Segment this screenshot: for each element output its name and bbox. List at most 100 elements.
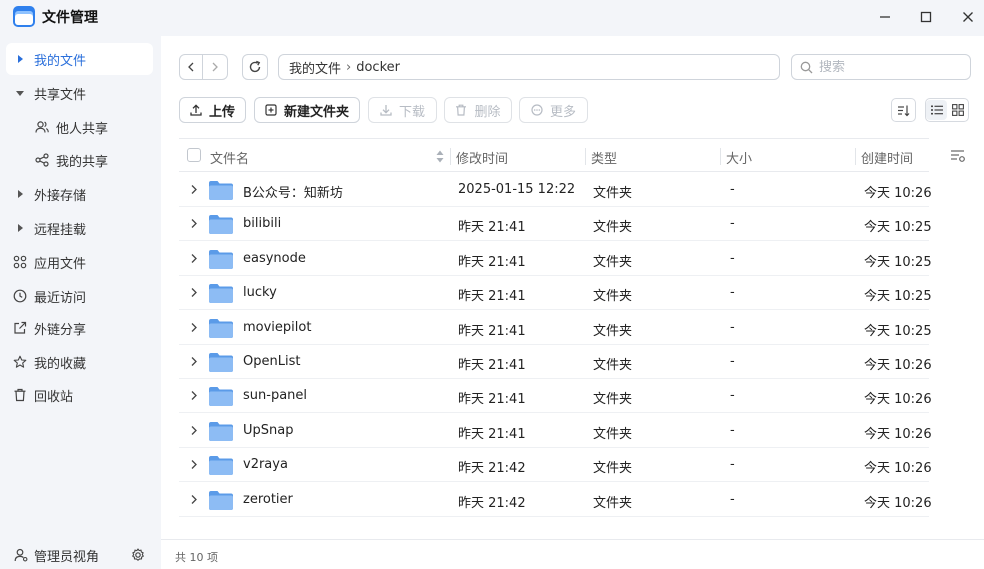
chevron-right-icon[interactable]	[190, 390, 198, 401]
column-header-name[interactable]: 文件名	[210, 148, 249, 167]
file-name: UpSnap	[243, 423, 294, 438]
close-button[interactable]	[956, 5, 980, 29]
delete-button[interactable]: 删除	[444, 97, 512, 123]
chevron-right-icon[interactable]	[190, 184, 198, 195]
folder-icon	[209, 353, 233, 372]
search-box[interactable]	[791, 54, 971, 80]
sidebar-item-recycle-bin[interactable]: 回收站	[6, 379, 153, 411]
sidebar-item-my-files[interactable]: 我的文件	[6, 43, 153, 75]
sidebar-item-app-files[interactable]: 应用文件	[6, 246, 153, 278]
settings-gear-icon[interactable]	[131, 548, 145, 562]
minimize-button[interactable]	[873, 5, 897, 29]
breadcrumb-current[interactable]: docker	[356, 60, 400, 75]
file-modified: 昨天 21:41	[458, 392, 526, 407]
chevron-right-icon[interactable]	[190, 253, 198, 264]
file-size: -	[730, 216, 735, 231]
file-size: -	[730, 423, 735, 438]
admin-view-toggle[interactable]: 管理员视角	[0, 541, 161, 569]
new-folder-button[interactable]: 新建文件夹	[254, 97, 360, 123]
column-header-modified[interactable]: 修改时间	[456, 148, 508, 167]
apps-icon	[13, 255, 27, 269]
caret-right-icon	[18, 190, 23, 198]
table-row[interactable]: v2raya 昨天 21:42 文件夹 - 今天 10:26	[179, 448, 932, 482]
sidebar-item-shared-files[interactable]: 共享文件	[6, 77, 153, 109]
table-row[interactable]: sun-panel 昨天 21:41 文件夹 - 今天 10:26	[179, 379, 932, 413]
file-modified: 昨天 21:41	[458, 324, 526, 339]
column-header-type[interactable]: 类型	[591, 148, 617, 167]
table-row[interactable]: B公众号：知新坊 2025-01-15 12:22 文件夹 - 今天 10:26	[179, 173, 932, 207]
caret-right-icon	[18, 224, 23, 232]
column-header-size[interactable]: 大小	[726, 148, 752, 167]
upload-icon	[190, 104, 202, 116]
breadcrumb-root[interactable]: 我的文件	[289, 58, 341, 77]
breadcrumb[interactable]: 我的文件 › docker	[278, 54, 780, 80]
more-icon	[531, 104, 543, 116]
table-row[interactable]: OpenList 昨天 21:41 文件夹 - 今天 10:26	[179, 345, 932, 379]
external-share-icon	[14, 321, 27, 334]
download-button[interactable]: 下载	[368, 97, 437, 123]
table-row[interactable]: zerotier 昨天 21:42 文件夹 - 今天 10:26	[179, 483, 932, 517]
sidebar-item-label: 应用文件	[34, 256, 87, 272]
file-modified: 昨天 21:42	[458, 461, 526, 476]
file-created: 今天 10:26	[864, 427, 932, 442]
table-row[interactable]: UpSnap 昨天 21:41 文件夹 - 今天 10:26	[179, 414, 932, 448]
chevron-right-icon[interactable]	[190, 356, 198, 367]
search-input[interactable]	[819, 59, 959, 75]
file-name: zerotier	[243, 492, 293, 507]
column-header-created[interactable]: 创建时间	[861, 148, 913, 167]
file-size: -	[730, 354, 735, 369]
refresh-button[interactable]	[242, 54, 268, 80]
sidebar-item-remote-mount[interactable]: 远程挂载	[6, 212, 153, 244]
file-created: 今天 10:25	[864, 324, 932, 339]
more-button[interactable]: 更多	[519, 97, 588, 123]
file-type: 文件夹	[593, 289, 633, 304]
chevron-right-icon[interactable]	[190, 218, 198, 229]
chevron-right-icon[interactable]	[190, 287, 198, 298]
select-all-checkbox[interactable]	[187, 148, 201, 162]
caret-right-icon	[18, 55, 23, 63]
minimize-icon	[880, 16, 890, 18]
file-created: 今天 10:25	[864, 255, 932, 270]
folder-icon	[209, 215, 233, 234]
table-row[interactable]: bilibili 昨天 21:41 文件夹 - 今天 10:25	[179, 207, 932, 241]
sidebar-item-label: 他人共享	[56, 121, 109, 137]
sidebar-item-external-share[interactable]: 外链分享	[6, 312, 153, 344]
sidebar-item-shared-with-me[interactable]: 他人共享	[6, 111, 153, 143]
sidebar: 我的文件 共享文件 他人共享 我的共享 外接存储 远程挂载 应用文件 最近访问 …	[0, 36, 161, 569]
grid-view-button[interactable]	[947, 100, 968, 120]
admin-view-label: 管理员视角	[34, 549, 100, 565]
sort-icon	[898, 105, 910, 116]
file-name: B公众号：知新坊	[243, 186, 343, 201]
sidebar-item-recent[interactable]: 最近访问	[6, 280, 153, 312]
sort-arrows-icon[interactable]	[436, 150, 444, 163]
item-count: 共 10 项	[175, 551, 218, 564]
file-created: 今天 10:26	[864, 461, 932, 476]
chevron-right-icon[interactable]	[190, 322, 198, 333]
back-button[interactable]	[179, 54, 203, 80]
folder-icon	[209, 319, 233, 338]
sort-button[interactable]	[891, 98, 916, 122]
view-toggle[interactable]	[925, 98, 969, 122]
sidebar-item-external-storage[interactable]: 外接存储	[6, 178, 153, 210]
file-modified: 昨天 21:41	[458, 255, 526, 270]
list-view-button[interactable]	[926, 100, 947, 120]
forward-button[interactable]	[203, 54, 228, 80]
maximize-button[interactable]	[914, 5, 938, 29]
sidebar-item-my-shares[interactable]: 我的共享	[6, 144, 153, 176]
table-row[interactable]: easynode 昨天 21:41 文件夹 - 今天 10:25	[179, 242, 932, 276]
upload-button[interactable]: 上传	[179, 97, 246, 123]
refresh-icon	[249, 60, 261, 73]
chevron-right-icon[interactable]	[190, 425, 198, 436]
column-settings-icon[interactable]	[950, 149, 966, 163]
chevron-right-icon[interactable]	[190, 494, 198, 505]
chevron-right-icon[interactable]	[190, 459, 198, 470]
trash-icon	[456, 104, 467, 116]
table-row[interactable]: lucky 昨天 21:41 文件夹 - 今天 10:25	[179, 276, 932, 310]
column-divider	[585, 148, 586, 165]
upload-label: 上传	[208, 104, 235, 120]
table-row[interactable]: moviepilot 昨天 21:41 文件夹 - 今天 10:25	[179, 311, 932, 345]
clock-icon	[13, 289, 27, 303]
sidebar-item-favorites[interactable]: 我的收藏	[6, 346, 153, 378]
download-icon	[380, 105, 392, 116]
file-created: 今天 10:25	[864, 220, 932, 235]
